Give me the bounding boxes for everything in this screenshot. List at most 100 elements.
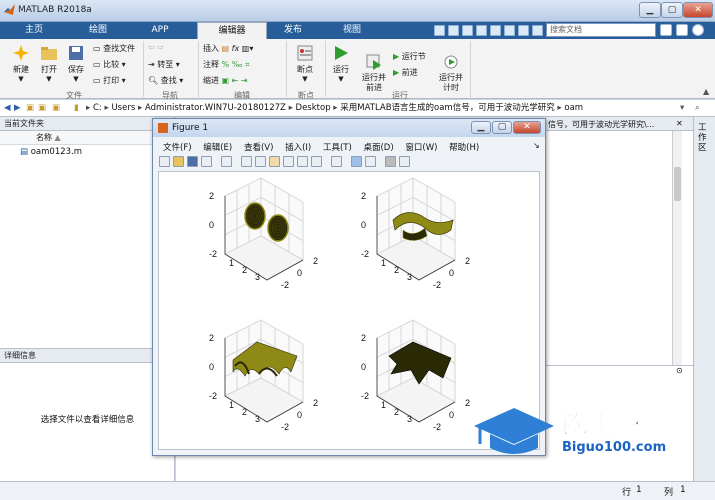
print-figure-icon[interactable] (201, 156, 212, 167)
name-column-header[interactable]: 名称 ▲ (0, 131, 174, 145)
tab-editor[interactable]: 编辑器 (197, 22, 267, 39)
comment-button[interactable]: 注释 % ‰ ⌗ (203, 59, 249, 70)
x-tick-label: 2 (242, 407, 247, 417)
quick-undo-icon[interactable] (490, 25, 501, 36)
forward-arrow-icon[interactable]: ▶ (14, 100, 21, 116)
figure-maximize-button[interactable]: ▢ (492, 121, 512, 134)
menu-insert[interactable]: 插入(I) (285, 143, 311, 153)
editor-ribbon: 新建 ▼ 打开 ▼ 保存 ▼ ▭ 查找文件 ▭ 比较 ▾ ▭ 打印 ▾ 文件 ⇦ ⇨ … (0, 39, 715, 100)
new-button[interactable]: 新建 ▼ (10, 44, 32, 83)
y-tick-label: -2 (281, 280, 289, 290)
quick-save-icon[interactable] (434, 25, 445, 36)
list-item[interactable]: ▤ oam0123.m (0, 145, 174, 159)
compare-button[interactable]: ▭ 比较 ▾ (93, 59, 126, 70)
print-button[interactable]: ▭ 打印 ▾ (93, 75, 126, 86)
menu-edit[interactable]: 编辑(E) (203, 143, 232, 153)
menu-file[interactable]: 文件(F) (163, 143, 192, 153)
up-folder-icon[interactable]: ▣ (26, 100, 34, 116)
user-icon[interactable] (692, 24, 704, 36)
run-icon (335, 46, 348, 60)
insert-button[interactable]: 插入 ▤ fx ▥▾ (203, 43, 253, 54)
minimize-button[interactable]: ▁ (639, 2, 661, 18)
open-button[interactable]: 打开 ▼ (38, 44, 60, 83)
quick-paste-icon[interactable] (476, 25, 487, 36)
print-icon: ▭ (93, 76, 104, 85)
quick-redo-icon[interactable] (504, 25, 515, 36)
menu-help[interactable]: 帮助(H) (449, 143, 479, 153)
zoom-out-icon[interactable] (255, 156, 266, 167)
quick-switch-icon[interactable] (518, 25, 529, 36)
tab-apps[interactable]: APP (134, 22, 186, 39)
hide-plot-tools-icon[interactable] (385, 156, 396, 167)
breadcrumb: ▸ C: ▸ Users ▸ Administrator.WIN7U-20180… (86, 103, 584, 113)
edit-plot-arrow-icon[interactable] (221, 156, 232, 167)
path-segment[interactable]: Administrator.WIN7U-20180127Z (145, 103, 286, 113)
advance-button[interactable]: ▶ 前进 (393, 67, 418, 78)
path-search-icon[interactable]: ⌕ (695, 100, 700, 116)
open-file-icon[interactable] (173, 156, 184, 167)
close-button[interactable]: ✕ (683, 2, 713, 18)
tab-publish[interactable]: 发布 (268, 22, 318, 39)
find-button[interactable]: 🔍︎ 查找 ▾ (148, 75, 183, 86)
tab-home[interactable]: 主页 (8, 22, 60, 39)
menu-view[interactable]: 查看(V) (244, 143, 273, 153)
browse-folder-icon[interactable]: ▣ (52, 100, 60, 116)
path-segment[interactable]: oam (564, 103, 583, 113)
collapse-ribbon-icon[interactable]: ▲ (703, 87, 709, 96)
path-dropdown-icon[interactable]: ▾ (680, 100, 684, 116)
indent-button[interactable]: 缩进 ▣ ⇤ ⇥ (203, 75, 248, 86)
link-plot-icon[interactable] (331, 156, 342, 167)
tab-plots[interactable]: 绘图 (70, 22, 126, 39)
filter-icon[interactable] (676, 24, 688, 36)
comment-icon: % ‰ ⌗ (221, 60, 250, 69)
run-section-button[interactable]: ▶ 运行节 (393, 51, 426, 62)
menu-tools[interactable]: 工具(T) (323, 143, 352, 153)
path-segment[interactable]: 采用MATLAB语言生成的oam信号，可用于波动光学研究 (340, 103, 554, 113)
quick-cut-icon[interactable] (448, 25, 459, 36)
path-segment[interactable]: C: (93, 103, 102, 113)
editor-close-icon[interactable]: ✕ (676, 119, 683, 128)
new-figure-icon[interactable] (159, 156, 170, 167)
figure-minimize-button[interactable]: ▁ (471, 121, 491, 134)
back-arrow-icon[interactable]: ◀ (4, 100, 11, 116)
rotate-3d-icon[interactable] (283, 156, 294, 167)
brush-icon[interactable] (311, 156, 322, 167)
search-documentation-input[interactable]: 搜索文档 (546, 23, 656, 37)
find-icon: 🔍︎ (148, 76, 161, 85)
quick-copy-icon[interactable] (462, 25, 473, 36)
x-tick-label: 2 (242, 265, 247, 275)
find-files-button[interactable]: ▭ 查找文件 (93, 43, 135, 54)
insert-colorbar-icon[interactable] (351, 156, 362, 167)
path-segment[interactable]: Desktop (296, 103, 331, 113)
menu-window[interactable]: 窗口(W) (405, 143, 437, 153)
nav-back-icon[interactable]: ⇦ ⇨ (148, 43, 164, 52)
menu-desktop[interactable]: 桌面(D) (363, 143, 393, 153)
save-figure-icon[interactable] (187, 156, 198, 167)
editor-scrollbar[interactable] (672, 131, 682, 365)
workspace-collapsed-panel[interactable]: 工作区 (693, 117, 715, 481)
command-window-menu-icon[interactable]: ⊙ (676, 366, 683, 375)
ribbon-separator (143, 41, 144, 97)
search-icon[interactable] (660, 24, 672, 36)
tab-view[interactable]: 视图 (326, 22, 378, 39)
run-button[interactable]: 运行 ▼ (330, 44, 352, 83)
zoom-in-icon[interactable] (241, 156, 252, 167)
path-segment[interactable]: Users (111, 103, 135, 113)
z-tick-label: 0 (361, 362, 366, 372)
maximize-button[interactable]: ▢ (661, 2, 683, 18)
data-cursor-icon[interactable] (297, 156, 308, 167)
goto-button[interactable]: ⇥ 转至 ▾ (148, 59, 180, 70)
show-plot-tools-icon[interactable] (399, 156, 410, 167)
editor-tab-title[interactable]: 信号，可用于波动光学研究\... (548, 119, 654, 130)
root-folder-icon: ▮ (74, 103, 79, 113)
insert-legend-icon[interactable] (365, 156, 376, 167)
breakpoints-button[interactable]: 断点 ▼ (292, 44, 318, 83)
pan-hand-icon[interactable] (269, 156, 280, 167)
x-tick-label: 1 (229, 400, 234, 410)
save-button[interactable]: 保存 ▼ (65, 44, 87, 83)
help-icon[interactable] (532, 25, 543, 36)
y-tick-label: -2 (281, 422, 289, 432)
folder-icon[interactable]: ▣ (38, 100, 46, 116)
figure-close-button[interactable]: ✕ (513, 121, 541, 134)
figure-dock-icon[interactable]: ↘ (533, 141, 540, 150)
